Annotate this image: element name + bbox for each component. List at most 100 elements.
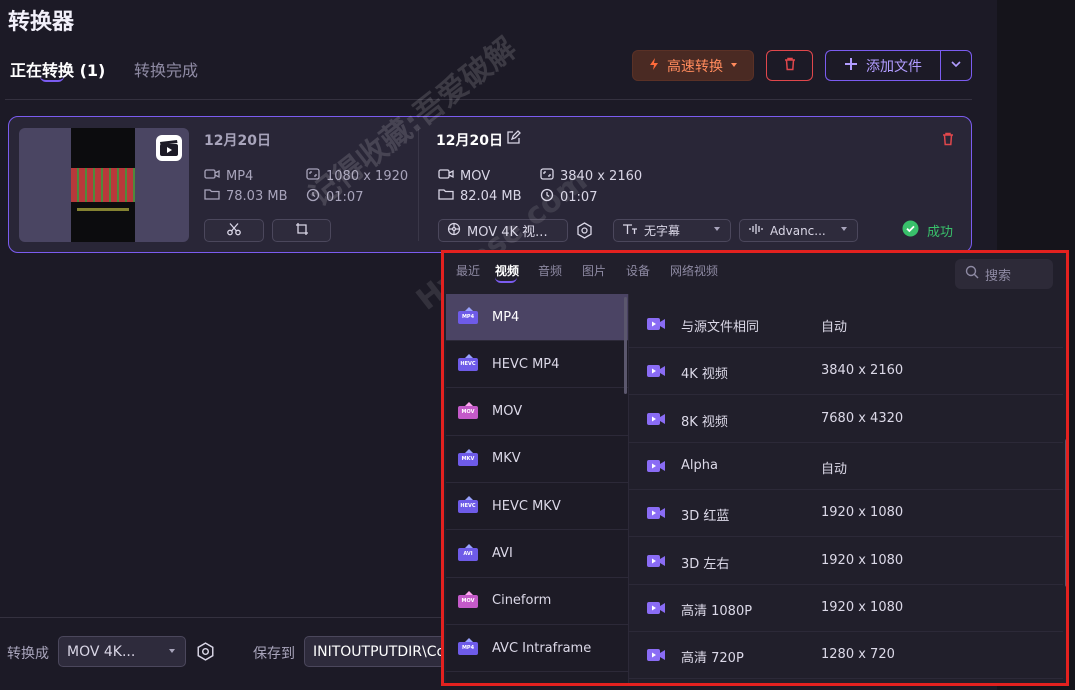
preset-row[interactable]: 高清 1080P 1920 x 1080 [629,585,1063,632]
format-icon-text: MKV [461,455,475,462]
save-path-value: INITOUTPUTDIR\Co [313,643,446,660]
video-camera-icon [438,168,454,184]
preset-resolution: 3840 x 2160 [821,363,904,379]
preset-name: 4K 视频 [681,367,728,383]
format-item[interactable]: HEVC HEVC MKV [446,483,628,531]
video-preset-icon [646,553,666,569]
format-wheel-icon [447,222,461,240]
audio-dropdown[interactable]: Advanc... [739,219,858,242]
edit-name-icon[interactable] [506,130,521,149]
preset-name: 与源文件相同 [681,320,760,335]
format-file-icon: MOV [458,401,480,420]
add-files-button[interactable]: 添加文件 [825,50,940,81]
footer-settings-icon[interactable] [196,642,215,665]
format-icon-text: HEVC [460,503,476,510]
video-preset-icon [646,505,666,521]
video-camera-icon [204,168,220,184]
crop-button[interactable] [272,219,331,242]
trash-icon [782,56,798,76]
format-file-icon: MP4 [458,307,480,325]
source-file-name: 12月20日 [204,133,271,149]
preset-resolution: 7680 x 4320 [821,410,904,426]
video-preset-icon [646,316,666,332]
format-item-label: MOV [492,404,523,420]
audio-value: Advanc... [770,223,826,238]
lightning-icon [647,57,661,75]
subtitle-dropdown[interactable]: 无字幕 [613,219,731,242]
preset-name: Alpha [681,457,718,473]
preset-resolution: 1920 x 1080 [821,599,904,615]
popup-tab-indicator [495,277,517,283]
save-to-label: 保存到 [253,646,295,662]
format-file-icon: MKV [458,448,480,467]
fast-convert-button[interactable]: 高速转换 [632,50,754,81]
format-search-input[interactable]: 搜索 [955,259,1053,289]
preset-row[interactable]: 3D 红蓝 1920 x 1080 [629,490,1063,538]
preset-row[interactable]: 与源文件相同 自动 [629,301,1063,348]
subtitle-value: 无字幕 [644,224,681,238]
add-files-dropdown-button[interactable] [940,50,972,81]
delete-item-icon[interactable] [940,131,956,151]
status-success: 成功 [902,220,953,241]
folder-icon [204,188,220,204]
fast-convert-label: 高速转换 [667,58,723,75]
target-format-value: MOV [460,168,491,184]
popup-tab-2[interactable]: 音频 [538,262,562,279]
popup-tab-0[interactable]: 最近 [456,262,480,279]
clapper-play-icon[interactable] [156,135,182,161]
header-divider [5,99,972,100]
save-path-field[interactable]: INITOUTPUTDIR\Co [304,636,464,667]
preset-row[interactable]: 高清 720P 1280 x 720 [629,632,1063,680]
format-item[interactable]: MKV MKV [446,436,628,483]
source-format: MP4 [204,168,253,184]
format-list: MP4 MP4 HEVC HEVC MP4 MOV MOV MKV MKV HEVC HEVC M… [446,294,628,683]
settings-gear-icon[interactable] [576,222,593,243]
format-item[interactable]: MP4 AVC Intraframe [446,625,628,673]
add-files-label: 添加文件 [866,58,922,75]
popup-tab-4[interactable]: 设备 [626,262,650,279]
preset-row[interactable]: 3D 左右 1920 x 1080 [629,538,1063,585]
format-item[interactable]: AVI AVI [446,531,628,578]
convert-to-dropdown[interactable]: MOV 4K... [58,636,186,667]
video-preset-icon [646,363,666,379]
plus-icon [844,57,858,75]
page-title: 转换器 [8,10,75,35]
tab-completed[interactable]: 转换完成 [134,57,198,81]
preset-row[interactable]: Alpha 自动 [629,443,1063,490]
format-file-icon: AVI [458,543,480,562]
preset-row[interactable]: 8K 视频 7680 x 4320 [629,396,1063,443]
preset-row[interactable]: 4K 视频 3840 x 2160 [629,348,1063,396]
search-placeholder: 搜索 [985,268,1012,284]
format-icon-text: AVI [463,550,473,557]
preset-resolution: 1280 x 720 [821,647,895,663]
preset-list-scrollbar[interactable] [1065,439,1066,587]
format-item[interactable]: MOV Cineform [446,578,628,625]
format-list-scrollbar[interactable] [624,297,627,394]
format-item[interactable]: MOV MOV [446,389,628,436]
preset-resolution: 自动 [821,461,848,477]
video-preset-icon [646,647,666,663]
card-divider [418,129,419,241]
caret-down-icon [167,644,177,660]
trim-button[interactable] [204,219,264,242]
format-icon-text: MOV [461,597,475,604]
format-item[interactable]: HEVC HEVC MP4 [446,341,628,389]
popup-tab-3[interactable]: 图片 [582,262,606,279]
format-icon-text: HEVC [460,361,476,368]
format-item-label: MKV [492,451,521,467]
format-item-label: AVC Intraframe [492,640,592,656]
preset-name: 3D 左右 [681,556,730,572]
audio-wave-icon [748,223,764,239]
format-picker-popup: 最近 视频 音频 图片 设备 网络视频 搜索 MP4 MP4 HEVC HEVC MP4 MOV M… [441,250,1069,686]
format-item[interactable]: MP4 MP4 [446,294,628,341]
crop-icon [295,221,309,240]
preset-name: 3D 红蓝 [681,509,730,525]
popup-tab-5[interactable]: 网络视频 [670,262,718,279]
video-preset-icon [646,411,666,427]
delete-all-button[interactable] [766,50,813,81]
source-size: 78.03 MB [204,188,287,204]
format-item-label: HEVC MKV [492,498,561,514]
preset-resolution: 自动 [821,320,848,335]
format-item-label: HEVC MP4 [492,356,560,372]
format-file-icon: HEVC [458,496,480,514]
